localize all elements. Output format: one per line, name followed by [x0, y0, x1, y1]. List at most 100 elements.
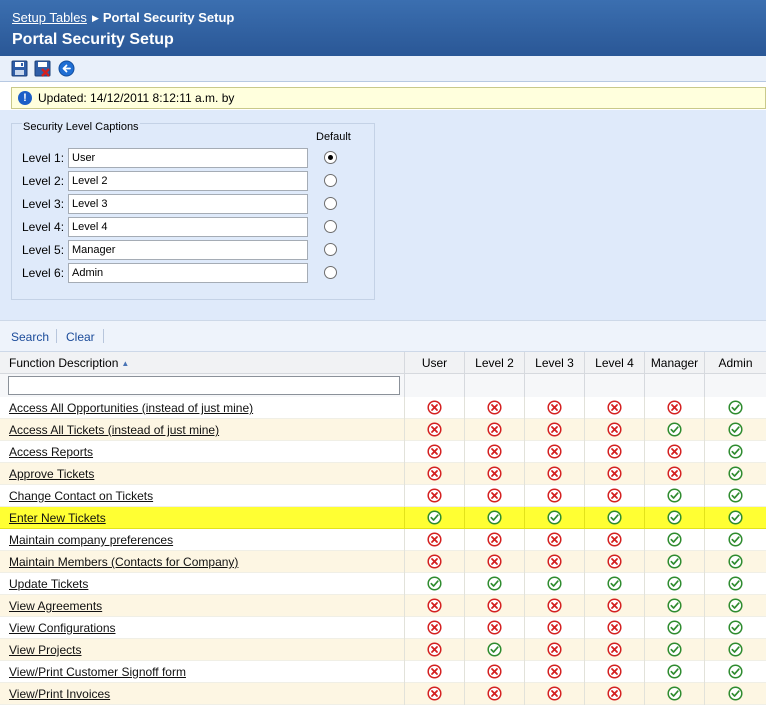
permission-cell[interactable]	[464, 529, 524, 551]
column-header[interactable]: Function Description ▲	[0, 352, 404, 374]
permission-cell[interactable]	[524, 683, 584, 705]
function-link[interactable]: Access All Opportunities (instead of jus…	[9, 401, 253, 415]
permission-cell[interactable]	[644, 529, 704, 551]
level-caption-input[interactable]	[68, 194, 308, 214]
permission-cell[interactable]	[704, 595, 766, 617]
level-caption-input[interactable]	[68, 171, 308, 191]
permission-cell[interactable]	[644, 507, 704, 529]
permission-cell[interactable]	[464, 397, 524, 419]
permission-cell[interactable]	[464, 551, 524, 573]
permission-cell[interactable]	[404, 507, 464, 529]
table-row[interactable]: View Agreements	[0, 595, 766, 617]
permission-cell[interactable]	[644, 573, 704, 595]
table-row[interactable]: Access Reports	[0, 441, 766, 463]
permission-cell[interactable]	[524, 419, 584, 441]
table-row[interactable]: Maintain company preferences	[0, 529, 766, 551]
permission-cell[interactable]	[524, 661, 584, 683]
back-arrow-icon[interactable]	[58, 60, 75, 77]
permission-cell[interactable]	[404, 463, 464, 485]
permission-cell[interactable]	[404, 485, 464, 507]
permission-cell[interactable]	[404, 397, 464, 419]
permission-cell[interactable]	[584, 441, 644, 463]
table-row[interactable]: Change Contact on Tickets	[0, 485, 766, 507]
permission-cell[interactable]	[704, 419, 766, 441]
permission-cell[interactable]	[524, 507, 584, 529]
permission-cell[interactable]	[704, 463, 766, 485]
table-row[interactable]: Access All Opportunities (instead of jus…	[0, 397, 766, 419]
function-link[interactable]: View/Print Invoices	[9, 687, 110, 701]
permission-cell[interactable]	[584, 397, 644, 419]
permission-cell[interactable]	[464, 507, 524, 529]
permission-cell[interactable]	[464, 639, 524, 661]
function-link[interactable]: Change Contact on Tickets	[9, 489, 153, 503]
save-close-icon[interactable]	[34, 60, 51, 77]
function-link[interactable]: Maintain company preferences	[9, 533, 173, 547]
column-header[interactable]: Level 3	[524, 352, 584, 374]
table-row[interactable]: Enter New Tickets	[0, 507, 766, 529]
permission-cell[interactable]	[524, 441, 584, 463]
permission-cell[interactable]	[404, 529, 464, 551]
column-header[interactable]: Level 2	[464, 352, 524, 374]
permission-cell[interactable]	[584, 551, 644, 573]
function-link[interactable]: Enter New Tickets	[9, 511, 106, 525]
floppy-disk-icon[interactable]	[11, 60, 28, 77]
level-caption-input[interactable]	[68, 217, 308, 237]
permission-cell[interactable]	[704, 551, 766, 573]
clear-button[interactable]: Clear	[66, 330, 95, 344]
table-row[interactable]: Maintain Members (Contacts for Company)	[0, 551, 766, 573]
permission-cell[interactable]	[404, 683, 464, 705]
permission-cell[interactable]	[404, 573, 464, 595]
table-row[interactable]: View Projects	[0, 639, 766, 661]
permission-cell[interactable]	[644, 639, 704, 661]
permission-cell[interactable]	[644, 661, 704, 683]
column-header[interactable]: Admin	[704, 352, 766, 374]
permission-cell[interactable]	[584, 573, 644, 595]
default-level-radio[interactable]	[324, 174, 337, 187]
permission-cell[interactable]	[704, 683, 766, 705]
permission-cell[interactable]	[464, 683, 524, 705]
permission-cell[interactable]	[704, 573, 766, 595]
permission-cell[interactable]	[704, 639, 766, 661]
permission-cell[interactable]	[644, 683, 704, 705]
table-row[interactable]: View/Print Invoices	[0, 683, 766, 705]
table-row[interactable]: Update Tickets	[0, 573, 766, 595]
permission-cell[interactable]	[524, 595, 584, 617]
permission-cell[interactable]	[644, 441, 704, 463]
permission-cell[interactable]	[584, 507, 644, 529]
function-link[interactable]: Approve Tickets	[9, 467, 94, 481]
permission-cell[interactable]	[644, 485, 704, 507]
default-level-radio[interactable]	[324, 151, 337, 164]
search-button[interactable]: Search	[11, 330, 49, 344]
permission-cell[interactable]	[464, 485, 524, 507]
permission-cell[interactable]	[584, 529, 644, 551]
permission-cell[interactable]	[524, 529, 584, 551]
permission-cell[interactable]	[404, 551, 464, 573]
function-link[interactable]: Update Tickets	[9, 577, 88, 591]
permission-cell[interactable]	[584, 463, 644, 485]
default-level-radio[interactable]	[324, 266, 337, 279]
function-link[interactable]: Access All Tickets (instead of just mine…	[9, 423, 219, 437]
permission-cell[interactable]	[644, 617, 704, 639]
permission-cell[interactable]	[464, 419, 524, 441]
permission-cell[interactable]	[464, 573, 524, 595]
permission-cell[interactable]	[464, 617, 524, 639]
default-level-radio[interactable]	[324, 243, 337, 256]
permission-cell[interactable]	[524, 463, 584, 485]
permission-cell[interactable]	[584, 661, 644, 683]
permission-cell[interactable]	[644, 595, 704, 617]
permission-cell[interactable]	[584, 595, 644, 617]
function-link[interactable]: Access Reports	[9, 445, 93, 459]
table-row[interactable]: View Configurations	[0, 617, 766, 639]
permission-cell[interactable]	[584, 419, 644, 441]
permission-cell[interactable]	[704, 661, 766, 683]
function-link[interactable]: View Agreements	[9, 599, 102, 613]
level-caption-input[interactable]	[68, 263, 308, 283]
permission-cell[interactable]	[404, 595, 464, 617]
permission-cell[interactable]	[704, 397, 766, 419]
table-row[interactable]: Access All Tickets (instead of just mine…	[0, 419, 766, 441]
permission-cell[interactable]	[524, 639, 584, 661]
permission-cell[interactable]	[464, 595, 524, 617]
permission-cell[interactable]	[524, 551, 584, 573]
permission-cell[interactable]	[644, 419, 704, 441]
permission-cell[interactable]	[524, 617, 584, 639]
